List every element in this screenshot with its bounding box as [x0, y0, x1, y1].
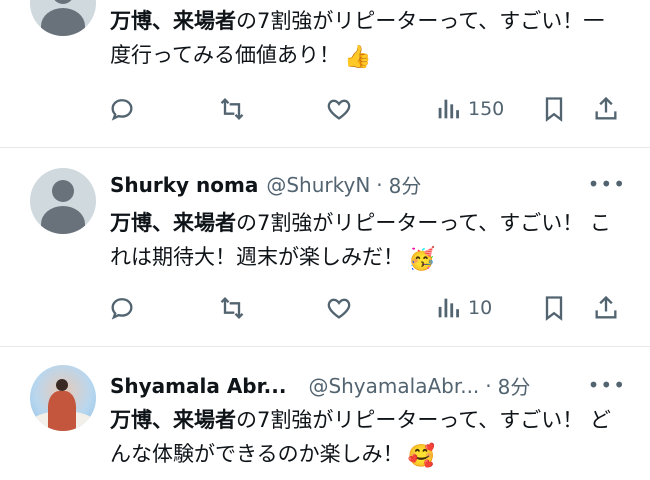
share-icon [595, 96, 617, 120]
views-count: 10 [468, 297, 493, 319]
tweet-header: Shyamala Abr... @ShyamalaAbr... · 8分 [110, 371, 530, 400]
more-icon[interactable]: ••• [588, 373, 626, 397]
retweet-icon [220, 297, 244, 319]
share-button[interactable] [592, 95, 620, 123]
reply-icon [111, 298, 133, 320]
avatar-head [52, 0, 74, 4]
smiling-hearts-emoji: 🥰 [407, 444, 435, 469]
share-button[interactable] [592, 294, 620, 322]
reply-button[interactable] [108, 95, 136, 123]
avatar-figure-head [56, 379, 68, 391]
more-icon[interactable]: ••• [588, 172, 626, 196]
views-button[interactable]: 150 [434, 95, 504, 123]
display-name[interactable]: Shurky noma [110, 173, 258, 197]
tweet-text: 万博、来場者の7割強がリピーターって、すごい！一度行ってみる価値あり！ 👍 [110, 4, 620, 75]
tweet-text: 万博、来場者の7割強がリピーターって、すごい！ これは期待大！週末が楽しみだ！ 🥳 [110, 206, 620, 277]
tweet-actions: 10 [108, 294, 628, 324]
reply-icon [111, 99, 133, 121]
avatar-head [52, 180, 74, 202]
tweet-text-bold: 万博、来場者 [110, 9, 236, 33]
timestamp[interactable]: 8分 [498, 371, 531, 400]
tweet-header: Shurky noma @ShurkyN · 8分 [110, 170, 421, 199]
avatar-body [41, 206, 85, 234]
party-face-emoji: 🥳 [408, 247, 436, 272]
separator-dot: · [376, 172, 383, 197]
separator-dot: · [485, 373, 492, 398]
bookmark-button[interactable] [540, 95, 568, 123]
user-handle[interactable]: @ShyamalaAbr... [308, 374, 479, 398]
views-button[interactable]: 10 [434, 294, 492, 322]
tweet-text: 万博、来場者の7割強がリピーターって、すごい！ どんな体験ができるのか楽しみ！ 🥰 [110, 403, 620, 474]
share-icon [595, 295, 617, 319]
tweet-text-bold: 万博、来場者 [110, 211, 236, 235]
bookmark-icon [545, 97, 563, 122]
avatar[interactable] [30, 0, 96, 36]
like-icon [327, 298, 351, 319]
retweet-button[interactable] [218, 95, 246, 123]
reply-button[interactable] [108, 294, 136, 322]
tweet-text-bold: 万博、来場者 [110, 408, 236, 432]
timestamp[interactable]: 8分 [389, 170, 422, 199]
views-icon [438, 99, 459, 119]
bookmark-icon [545, 296, 563, 321]
avatar-body [41, 8, 85, 36]
tweet-item[interactable]: 万博、来場者の7割強がリピーターって、すごい！一度行ってみる価値あり！ 👍 150 [0, 0, 650, 148]
retweet-icon [220, 98, 244, 120]
display-name[interactable]: Shyamala Abr... [110, 374, 286, 398]
avatar-figure [48, 391, 76, 431]
like-icon [327, 99, 351, 120]
retweet-button[interactable] [218, 294, 246, 322]
avatar[interactable] [30, 168, 96, 234]
tweet-item[interactable]: Shyamala Abr... @ShyamalaAbr... · 8分 •••… [0, 347, 650, 480]
views-count: 150 [468, 98, 505, 120]
user-handle[interactable]: @ShurkyN [266, 173, 370, 197]
like-button[interactable] [325, 95, 353, 123]
views-icon [438, 298, 459, 318]
tweet-item[interactable]: Shurky noma @ShurkyN · 8分 ••• 万博、来場者の7割強… [0, 148, 650, 346]
like-button[interactable] [325, 294, 353, 322]
avatar[interactable] [30, 365, 96, 431]
thumbs-up-emoji: 👍 [343, 45, 372, 70]
tweet-actions: 150 [108, 95, 628, 125]
bookmark-button[interactable] [540, 294, 568, 322]
